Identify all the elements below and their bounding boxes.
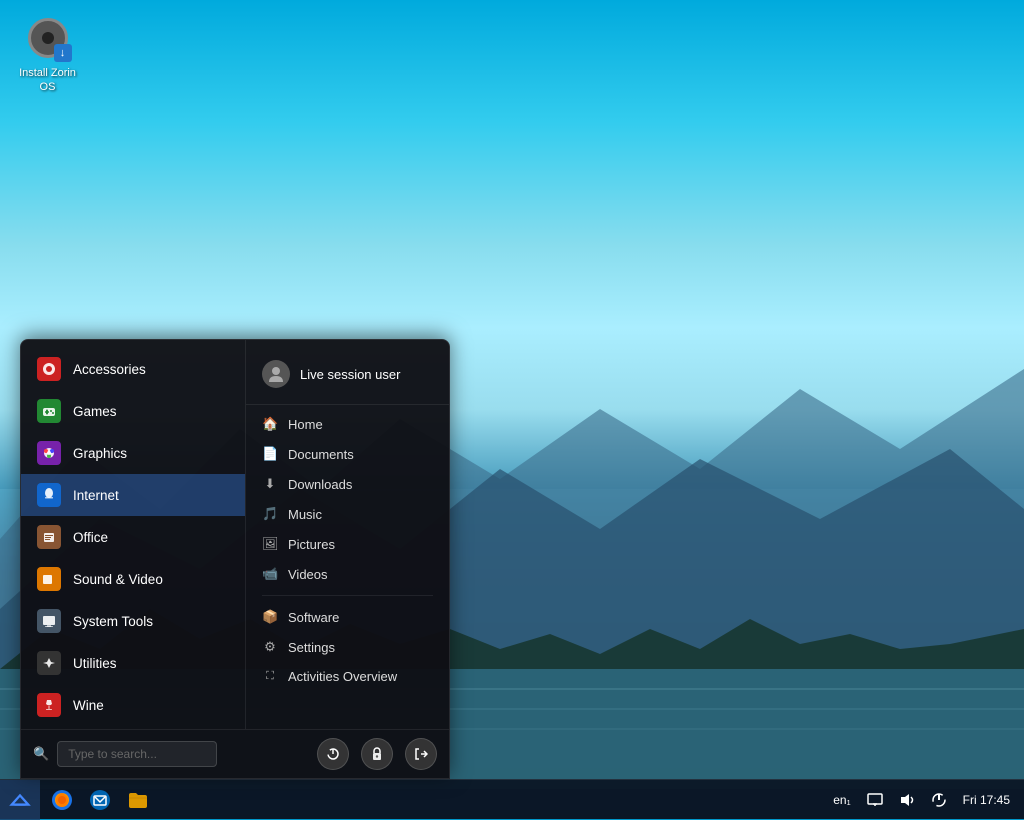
downloads-icon: ⬇ bbox=[262, 476, 278, 492]
games-label: Games bbox=[73, 404, 117, 419]
user-avatar bbox=[262, 360, 290, 388]
power-tray[interactable] bbox=[927, 790, 951, 810]
sound-video-label: Sound & Video bbox=[73, 572, 163, 587]
menu-item-accessories[interactable]: Accessories bbox=[21, 348, 245, 390]
menu-right-panel: Live session user 🏠 Home 📄 Documents ⬇ D… bbox=[246, 340, 449, 729]
icon-line1: Install Zorin bbox=[19, 67, 76, 79]
files-taskbar-btn[interactable] bbox=[120, 782, 156, 818]
documents-icon: 📄 bbox=[262, 446, 278, 462]
search-icon: 🔍 bbox=[33, 746, 49, 762]
home-label: Home bbox=[288, 417, 323, 432]
menu-search-bar: 🔍 bbox=[21, 729, 449, 778]
start-menu: Accessories Games Graphics Internet bbox=[20, 339, 450, 779]
taskbar-tray: en₁ Fri 17:45 bbox=[829, 790, 1024, 810]
lock-button[interactable] bbox=[361, 738, 393, 770]
pictures-label: Pictures bbox=[288, 537, 335, 552]
menu-downloads[interactable]: ⬇ Downloads bbox=[246, 469, 449, 499]
menu-categories: Accessories Games Graphics Internet bbox=[21, 340, 246, 729]
software-icon: 📦 bbox=[262, 609, 278, 625]
menu-body: Accessories Games Graphics Internet bbox=[21, 340, 449, 729]
menu-item-sound-video[interactable]: Sound & Video bbox=[21, 558, 245, 600]
power-icon bbox=[931, 792, 947, 808]
activities-icon: ⛶ bbox=[262, 670, 278, 683]
display-icon bbox=[867, 793, 883, 807]
disk-inner bbox=[42, 32, 54, 44]
language-label: en₁ bbox=[833, 793, 850, 807]
clock-tray[interactable]: Fri 17:45 bbox=[959, 791, 1014, 809]
menu-software[interactable]: 📦 Software bbox=[246, 602, 449, 632]
menu-separator-1 bbox=[262, 595, 433, 596]
videos-label: Videos bbox=[288, 567, 328, 582]
graphics-label: Graphics bbox=[73, 446, 127, 461]
downloads-label: Downloads bbox=[288, 477, 352, 492]
menu-item-graphics[interactable]: Graphics bbox=[21, 432, 245, 474]
wine-label: Wine bbox=[73, 698, 104, 713]
install-zorin-icon-image: ↓ bbox=[24, 14, 72, 62]
menu-item-office[interactable]: Office bbox=[21, 516, 245, 558]
install-zorin-icon[interactable]: ↓ Install Zorin OS bbox=[10, 10, 85, 99]
accessories-icon bbox=[37, 357, 61, 381]
games-icon bbox=[37, 399, 61, 423]
files-icon bbox=[126, 788, 150, 812]
settings-icon: ⚙ bbox=[262, 639, 278, 655]
software-label: Software bbox=[288, 610, 339, 625]
pictures-icon: 🖼 bbox=[262, 536, 278, 552]
search-input[interactable] bbox=[57, 741, 217, 767]
utilities-label: Utilities bbox=[73, 656, 117, 671]
language-tray[interactable]: en₁ bbox=[829, 791, 854, 809]
menu-home[interactable]: 🏠 Home bbox=[246, 409, 449, 439]
icon-line2: OS bbox=[40, 81, 56, 93]
user-name: Live session user bbox=[300, 367, 400, 382]
system-tools-label: System Tools bbox=[73, 614, 153, 629]
menu-item-utilities[interactable]: Utilities bbox=[21, 642, 245, 684]
volume-tray[interactable] bbox=[895, 790, 919, 810]
logout-button[interactable] bbox=[405, 738, 437, 770]
system-tools-icon bbox=[37, 609, 61, 633]
office-label: Office bbox=[73, 530, 108, 545]
menu-item-wine[interactable]: Wine bbox=[21, 684, 245, 726]
firefox-taskbar-btn[interactable] bbox=[44, 782, 80, 818]
internet-label: Internet bbox=[73, 488, 119, 503]
documents-label: Documents bbox=[288, 447, 354, 462]
menu-activities[interactable]: ⛶ Activities Overview bbox=[246, 662, 449, 691]
taskbar: en₁ Fri 17:45 bbox=[0, 779, 1024, 819]
menu-item-games[interactable]: Games bbox=[21, 390, 245, 432]
shutdown-button[interactable] bbox=[317, 738, 349, 770]
menu-videos[interactable]: 📹 Videos bbox=[246, 559, 449, 589]
menu-user-section[interactable]: Live session user bbox=[246, 348, 449, 405]
install-zorin-label: Install Zorin OS bbox=[14, 66, 81, 95]
music-label: Music bbox=[288, 507, 322, 522]
firefox-icon bbox=[50, 788, 74, 812]
clock-label: Fri 17:45 bbox=[963, 793, 1010, 807]
thunderbird-taskbar-btn[interactable] bbox=[82, 782, 118, 818]
settings-label: Settings bbox=[288, 640, 335, 655]
activities-label: Activities Overview bbox=[288, 669, 397, 684]
menu-pictures[interactable]: 🖼 Pictures bbox=[246, 529, 449, 559]
menu-item-internet[interactable]: Internet bbox=[21, 474, 245, 516]
thunderbird-icon bbox=[88, 788, 112, 812]
utilities-icon bbox=[37, 651, 61, 675]
start-button[interactable] bbox=[0, 780, 40, 820]
menu-documents[interactable]: 📄 Documents bbox=[246, 439, 449, 469]
display-tray[interactable] bbox=[863, 791, 887, 809]
graphics-icon bbox=[37, 441, 61, 465]
home-icon: 🏠 bbox=[262, 416, 278, 432]
office-icon bbox=[37, 525, 61, 549]
music-icon: 🎵 bbox=[262, 506, 278, 522]
volume-icon bbox=[899, 792, 915, 808]
power-buttons bbox=[317, 738, 437, 770]
install-badge: ↓ bbox=[54, 44, 72, 62]
internet-icon bbox=[37, 483, 61, 507]
taskbar-apps bbox=[40, 780, 160, 819]
wine-icon bbox=[37, 693, 61, 717]
menu-item-system-tools[interactable]: System Tools bbox=[21, 600, 245, 642]
menu-music[interactable]: 🎵 Music bbox=[246, 499, 449, 529]
zorin-logo bbox=[9, 789, 31, 811]
videos-icon: 📹 bbox=[262, 566, 278, 582]
accessories-label: Accessories bbox=[73, 362, 146, 377]
sound-video-icon bbox=[37, 567, 61, 591]
menu-settings[interactable]: ⚙ Settings bbox=[246, 632, 449, 662]
